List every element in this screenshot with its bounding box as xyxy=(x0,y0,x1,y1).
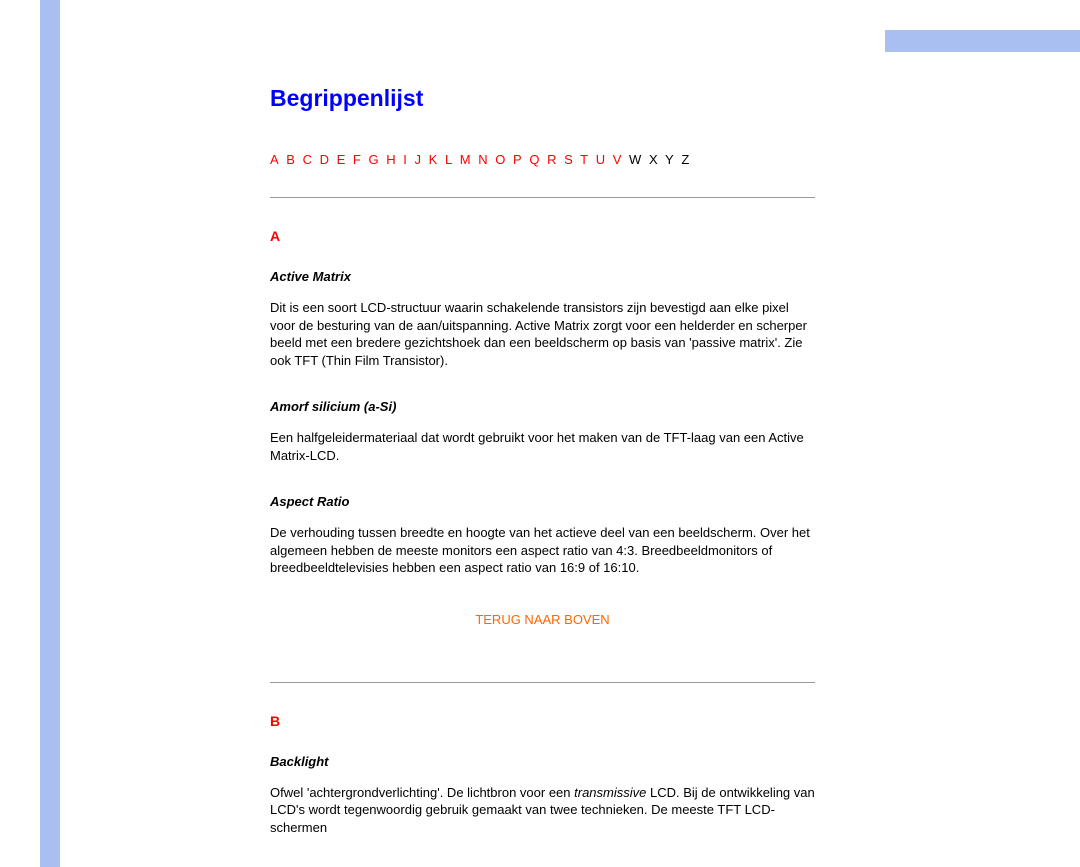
nav-c[interactable]: C xyxy=(303,152,312,167)
term-amorf-silicium: Amorf silicium (a-Si) xyxy=(270,399,1050,414)
term-backlight: Backlight xyxy=(270,754,1050,769)
nav-r[interactable]: R xyxy=(547,152,556,167)
desc-backlight: Ofwel 'achtergrondverlichting'. De licht… xyxy=(270,784,815,837)
nav-y: Y xyxy=(665,152,674,167)
nav-n[interactable]: N xyxy=(478,152,487,167)
desc-backlight-italic: transmissive xyxy=(574,785,646,800)
page-title: Begrippenlijst xyxy=(270,85,1050,112)
nav-z: Z xyxy=(681,152,689,167)
term-active-matrix: Active Matrix xyxy=(270,269,1050,284)
left-accent-bar xyxy=(40,0,60,867)
nav-d[interactable]: D xyxy=(320,152,329,167)
nav-s[interactable]: S xyxy=(564,152,573,167)
term-aspect-ratio: Aspect Ratio xyxy=(270,494,1050,509)
nav-m[interactable]: M xyxy=(460,152,471,167)
nav-k[interactable]: K xyxy=(429,152,438,167)
nav-l[interactable]: L xyxy=(445,152,452,167)
main-content: Begrippenlijst A B C D E F G H I J K L M… xyxy=(60,0,1050,867)
back-to-top-link[interactable]: TERUG NAAR BOVEN xyxy=(475,612,609,627)
nav-h[interactable]: H xyxy=(386,152,395,167)
nav-e[interactable]: E xyxy=(337,152,346,167)
nav-q[interactable]: Q xyxy=(529,152,539,167)
right-accent-column xyxy=(1050,0,1080,867)
top-accent-bar xyxy=(885,30,1050,52)
divider xyxy=(270,197,815,198)
alphabet-nav: A B C D E F G H I J K L M N O P Q R S T xyxy=(270,152,1050,167)
section-a-heading: A xyxy=(270,228,1050,244)
nav-j[interactable]: J xyxy=(415,152,422,167)
nav-o[interactable]: O xyxy=(495,152,505,167)
nav-f[interactable]: F xyxy=(353,152,361,167)
nav-i[interactable]: I xyxy=(403,152,407,167)
nav-b[interactable]: B xyxy=(286,152,295,167)
nav-g[interactable]: G xyxy=(369,152,379,167)
divider xyxy=(270,682,815,683)
section-b-heading: B xyxy=(270,713,1050,729)
right-accent-bar xyxy=(1050,30,1080,52)
desc-active-matrix: Dit is een soort LCD-structuur waarin sc… xyxy=(270,299,815,369)
desc-amorf-silicium: Een halfgeleidermateriaal dat wordt gebr… xyxy=(270,429,815,464)
nav-u[interactable]: U xyxy=(596,152,605,167)
back-to-top-container: TERUG NAAR BOVEN xyxy=(270,612,815,627)
nav-t[interactable]: T xyxy=(580,152,588,167)
nav-v[interactable]: V xyxy=(613,152,622,167)
desc-backlight-prefix: Ofwel 'achtergrondverlichting'. De licht… xyxy=(270,785,574,800)
desc-aspect-ratio: De verhouding tussen breedte en hoogte v… xyxy=(270,524,815,577)
nav-p[interactable]: P xyxy=(513,152,522,167)
nav-x: X xyxy=(649,152,658,167)
nav-a[interactable]: A xyxy=(270,152,279,167)
nav-w: W xyxy=(629,152,641,167)
